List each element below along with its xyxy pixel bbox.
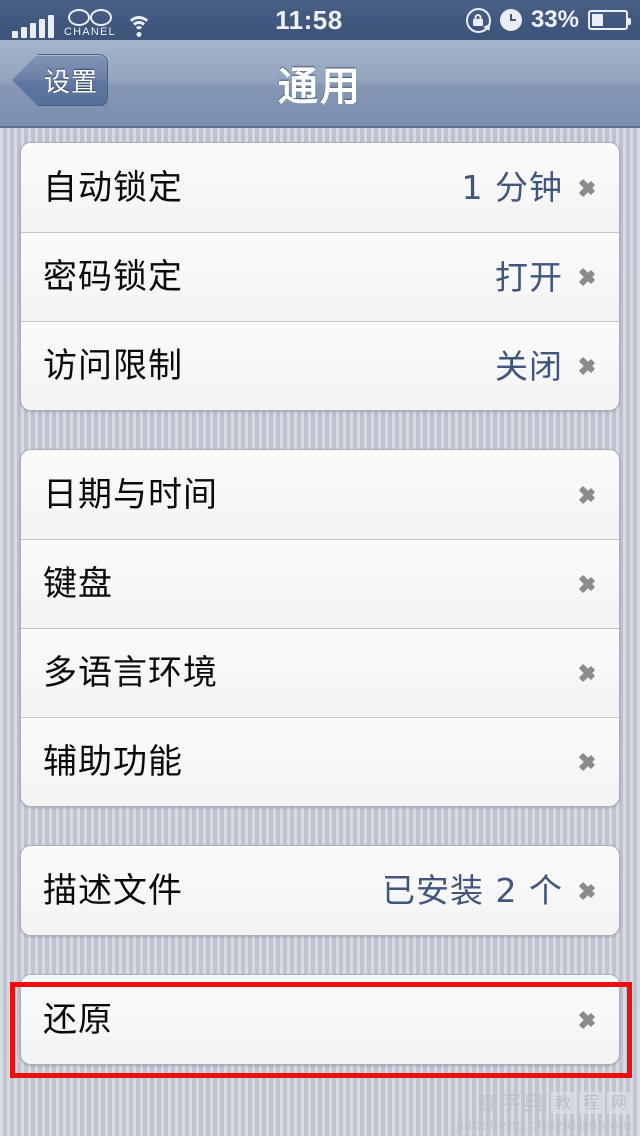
watermark-boxed-char: 教 xyxy=(550,1092,576,1114)
alarm-clock-icon xyxy=(499,9,522,31)
row-value: 打开 xyxy=(495,257,563,297)
status-bar-center: 11:58 xyxy=(152,5,466,36)
watermark-boxed: 教 程 网 xyxy=(550,1092,632,1114)
chevron-right-icon xyxy=(579,262,597,292)
carrier-name: CHANEL xyxy=(64,26,116,38)
row-auto-lock[interactable]: 自动锁定 1 分钟 xyxy=(21,143,619,232)
profiles-group: 描述文件 已安装 2 个 xyxy=(20,845,620,936)
carrier-block: CHANEL xyxy=(64,9,116,38)
row-profiles[interactable]: 描述文件 已安装 2 个 xyxy=(21,846,619,935)
system-settings-group: 日期与时间 键盘 多语言环境 辅助功能 xyxy=(20,449,620,807)
row-label: 日期与时间 xyxy=(43,474,218,515)
row-keyboard[interactable]: 键盘 xyxy=(21,539,619,628)
row-label: 还原 xyxy=(43,999,113,1040)
lock-settings-group: 自动锁定 1 分钟 密码锁定 打开 访问限制 关闭 xyxy=(20,142,620,411)
chevron-right-icon xyxy=(579,1005,597,1035)
rotation-lock-icon xyxy=(465,7,493,33)
watermark: 查字典 教 程 网 jiaocheng.chazidian.com xyxy=(456,1092,632,1134)
chevron-right-icon xyxy=(579,480,597,510)
row-label: 多语言环境 xyxy=(43,653,218,693)
row-label: 自动锁定 xyxy=(43,167,183,208)
watermark-boxed-char: 程 xyxy=(578,1092,604,1114)
row-value: 关闭 xyxy=(495,346,563,386)
row-value: 已安装 2 个 xyxy=(382,871,563,910)
status-bar-right: 33% xyxy=(465,6,631,34)
row-accessibility[interactable]: 辅助功能 xyxy=(21,717,619,806)
row-restrictions[interactable]: 访问限制 关闭 xyxy=(21,321,619,410)
signal-bars-icon xyxy=(12,15,54,38)
chevron-right-icon xyxy=(579,658,597,688)
row-label: 键盘 xyxy=(43,564,113,604)
status-bar: CHANEL 11:58 33% xyxy=(0,0,640,40)
row-label: 描述文件 xyxy=(43,870,183,911)
settings-list: 自动锁定 1 分钟 密码锁定 打开 访问限制 关闭 日期与时间 键盘 多语言环境… xyxy=(0,128,640,1136)
row-label: 访问限制 xyxy=(43,346,183,386)
status-bar-left: CHANEL xyxy=(12,0,152,42)
chevron-right-icon xyxy=(579,747,597,777)
watermark-top: 查字典 教 程 网 xyxy=(477,1092,632,1114)
chevron-right-icon xyxy=(579,351,597,381)
watermark-brand: 查字典 xyxy=(476,1090,546,1115)
chevron-right-icon xyxy=(579,876,597,906)
battery-percent-label: 33% xyxy=(530,6,579,33)
reset-group: 还原 xyxy=(20,974,620,1065)
row-label: 辅助功能 xyxy=(43,742,183,782)
row-reset[interactable]: 还原 xyxy=(21,975,619,1064)
watermark-boxed-char: 网 xyxy=(606,1092,632,1114)
wifi-icon xyxy=(125,16,152,38)
row-value: 1 分钟 xyxy=(461,168,563,207)
chevron-right-icon xyxy=(579,569,597,599)
row-date-time[interactable]: 日期与时间 xyxy=(21,450,619,539)
row-international[interactable]: 多语言环境 xyxy=(21,628,619,717)
row-label: 密码锁定 xyxy=(43,257,183,297)
page-title: 通用 xyxy=(278,64,362,110)
row-passcode-lock[interactable]: 密码锁定 打开 xyxy=(21,232,619,321)
navigation-bar: 设置 通用 xyxy=(0,40,640,128)
status-bar-clock: 11:58 xyxy=(275,4,343,35)
watermark-url: jiaocheng.chazidian.com xyxy=(456,1117,632,1134)
battery-icon xyxy=(588,10,631,30)
chevron-right-icon xyxy=(579,173,597,203)
iphone-screen: CHANEL 11:58 33% 设置 通用 自动锁定 1 分钟 密码锁定 打开… xyxy=(0,0,640,1136)
chanel-logo-icon xyxy=(67,9,112,26)
